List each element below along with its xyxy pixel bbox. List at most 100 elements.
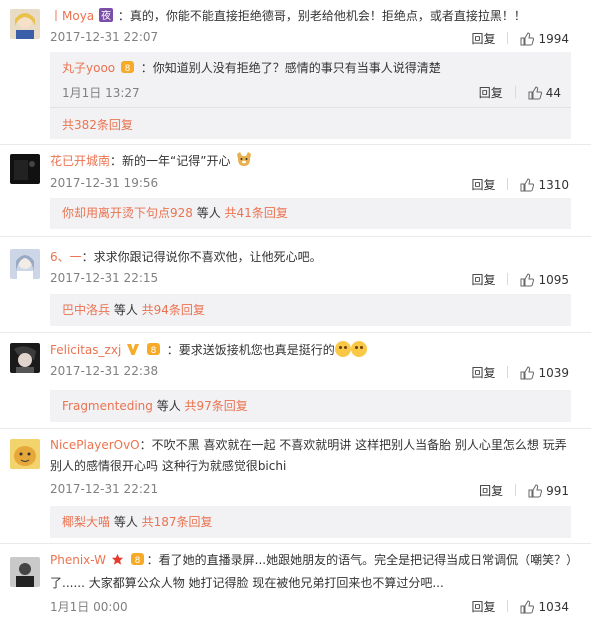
member-badge-icon[interactable]: 8 xyxy=(130,552,146,573)
comment-2: 花已开城南：新的一年“记得”开心 2017-12-31 19:56 回复 1310… xyxy=(0,145,591,237)
svg-text:8: 8 xyxy=(134,556,140,566)
comment-text: ：真的，你能不能直接拒绝德哥，别老给他机会！拒绝点，或者直接拉黑！！ xyxy=(117,9,526,23)
divider xyxy=(507,32,509,44)
reply-button[interactable]: 回复 xyxy=(471,366,495,380)
thumbs-up-icon xyxy=(520,273,535,287)
sub-reply-box: 巴中洛兵 等人 共94条回复 xyxy=(50,294,571,326)
more-replies-link[interactable]: 共382条回复 xyxy=(62,116,133,133)
divider xyxy=(507,178,509,190)
avatar[interactable] xyxy=(10,249,40,279)
like-button[interactable]: 1994 xyxy=(520,32,569,46)
laugh-emoji-icon xyxy=(334,341,351,357)
vip-badge-icon[interactable]: 夜 xyxy=(98,8,113,28)
comment-actions: 回复 1994 xyxy=(471,30,569,47)
verified-v-icon[interactable] xyxy=(126,342,140,362)
username-link[interactable]: NicePlayerOvO xyxy=(50,438,140,452)
reply-summary-text: 等人 xyxy=(110,515,142,529)
avatar[interactable] xyxy=(10,9,40,39)
reply-button[interactable]: 回复 xyxy=(471,600,495,614)
comment-time: 2017-12-31 22:07 xyxy=(50,30,159,44)
divider xyxy=(515,484,517,496)
username-link[interactable]: Felicitas_zxj xyxy=(50,343,121,357)
reply-summary: 巴中洛兵 等人 共94条回复 xyxy=(62,300,571,320)
reply-username[interactable]: Fragmenteding xyxy=(62,399,153,413)
like-button[interactable]: 44 xyxy=(528,86,561,100)
reply-username[interactable]: 巴中洛兵 xyxy=(62,303,110,317)
sub-reply-box: 椰梨大喵 等人 共187条回复 xyxy=(50,506,571,538)
sub-reply-box: 丸子yooo 8 ：你知道别人没有拒绝了？感情的事只有当事人说得清楚 1月1日 … xyxy=(50,52,571,139)
more-replies-link[interactable]: 共97条回复 xyxy=(185,399,248,413)
reply-summary: 椰梨大喵 等人 共187条回复 xyxy=(62,512,571,532)
comment-1: 丨Moya 夜 ：真的，你能不能直接拒绝德哥，别老给他机会！拒绝点，或者直接拉黑… xyxy=(0,0,591,145)
like-count: 44 xyxy=(545,86,561,100)
comment-actions: 回复 1095 xyxy=(471,271,569,288)
comment-time: 2017-12-31 22:15 xyxy=(50,271,159,285)
reply-summary: Fragmenteding 等人 共97条回复 xyxy=(62,396,571,416)
sub-reply-actions: 回复 44 xyxy=(479,84,561,101)
thumbs-up-icon xyxy=(520,600,535,614)
thumbs-up-icon xyxy=(528,86,542,100)
username-link[interactable]: Phenix-W xyxy=(50,553,106,567)
avatar[interactable] xyxy=(10,439,40,469)
divider xyxy=(507,366,509,378)
reply-username[interactable]: 椰梨大喵 xyxy=(62,515,110,529)
like-count: 1034 xyxy=(538,600,569,614)
like-button[interactable]: 1034 xyxy=(520,600,569,614)
sub-reply-username[interactable]: 丸子yooo xyxy=(62,61,115,75)
svg-text:8: 8 xyxy=(151,346,157,356)
member-badge-icon[interactable]: 8 xyxy=(120,60,136,80)
thumbs-up-icon xyxy=(520,178,535,192)
comment-text-line: Phenix-W 8 ：看了她的直播录屏...她跟她朋友的语气。完全是把记得当成日… xyxy=(50,550,573,594)
comment-actions: 回复 1310 xyxy=(471,176,569,193)
reply-button[interactable]: 回复 xyxy=(479,484,503,498)
comment-text: ：求求你跟记得说你不喜欢他，让他死心吧。 xyxy=(81,250,322,264)
laugh-emoji-icon xyxy=(350,341,367,357)
like-button[interactable]: 991 xyxy=(528,484,569,498)
comment-text-line: Felicitas_zxj 8 ：要求送饭接机您也真是挺行的 xyxy=(50,340,581,362)
avatar[interactable] xyxy=(10,557,40,587)
like-count: 991 xyxy=(546,484,569,498)
sub-reply-text: ：你知道别人没有拒绝了？感情的事只有当事人说得清楚 xyxy=(140,61,441,75)
dog-emoji-icon xyxy=(235,151,253,173)
comment-text-line: NicePlayerOvO：不吹不黑 喜欢就在一起 不喜欢就明讲 这样把别人当备… xyxy=(50,435,573,477)
comment-time: 2017-12-31 22:21 xyxy=(50,482,159,496)
star-badge-icon[interactable] xyxy=(111,552,124,573)
reply-summary-text: 等人 xyxy=(192,206,225,220)
comment-actions: 回复 1034 xyxy=(471,598,569,615)
more-replies-link[interactable]: 共41条回复 xyxy=(225,206,288,220)
comment-4: Felicitas_zxj 8 ：要求送饭接机您也真是挺行的 2017-12-3… xyxy=(0,333,591,429)
like-button[interactable]: 1039 xyxy=(520,366,569,380)
comment-actions: 回复 991 xyxy=(479,482,569,499)
like-button[interactable]: 1095 xyxy=(520,273,569,287)
comment-time: 2017-12-31 22:38 xyxy=(50,364,159,378)
reply-button[interactable]: 回复 xyxy=(471,178,495,192)
comment-text: ：看了她的直播录屏...她跟她朋友的语气。完全是把记得当成日常调侃（嘲笑？）了.… xyxy=(50,553,573,590)
username-link[interactable]: 6、一 xyxy=(50,250,82,264)
more-replies-link[interactable]: 共94条回复 xyxy=(142,303,205,317)
comment-text-line: 丨Moya 夜 ：真的，你能不能直接拒绝德哥，别老给他机会！拒绝点，或者直接拉黑… xyxy=(50,6,581,28)
like-count: 1039 xyxy=(538,366,569,380)
sub-reply-time: 1月1日 13:27 xyxy=(62,86,140,100)
more-replies-link[interactable]: 共187条回复 xyxy=(142,515,213,529)
svg-text:8: 8 xyxy=(125,64,131,74)
username-link[interactable]: 花已开城南 xyxy=(50,154,110,168)
reply-username[interactable]: 你却用离开烫下句点928 xyxy=(62,206,193,220)
like-button[interactable]: 1310 xyxy=(520,178,569,192)
avatar[interactable] xyxy=(10,154,40,184)
avatar[interactable] xyxy=(10,343,40,373)
thumbs-up-icon xyxy=(520,366,535,380)
reply-button[interactable]: 回复 xyxy=(471,32,495,46)
sub-reply-line: 丸子yooo 8 ：你知道别人没有拒绝了？感情的事只有当事人说得清楚 xyxy=(62,58,571,80)
like-count: 1310 xyxy=(538,178,569,192)
reply-button[interactable]: 回复 xyxy=(471,273,495,287)
svg-text:夜: 夜 xyxy=(101,9,111,22)
sub-reply-box: Fragmenteding 等人 共97条回复 xyxy=(50,390,571,422)
like-count: 1095 xyxy=(538,273,569,287)
comment-actions: 回复 1039 xyxy=(471,364,569,381)
like-count: 1994 xyxy=(538,32,569,46)
member-badge-icon[interactable]: 8 xyxy=(146,342,162,362)
reply-button[interactable]: 回复 xyxy=(479,86,503,100)
username-link[interactable]: 丨Moya xyxy=(50,9,94,23)
reply-summary-text: 等人 xyxy=(110,303,142,317)
comment-6: Phenix-W 8 ：看了她的直播录屏...她跟她朋友的语气。完全是把记得当成日… xyxy=(0,544,591,621)
